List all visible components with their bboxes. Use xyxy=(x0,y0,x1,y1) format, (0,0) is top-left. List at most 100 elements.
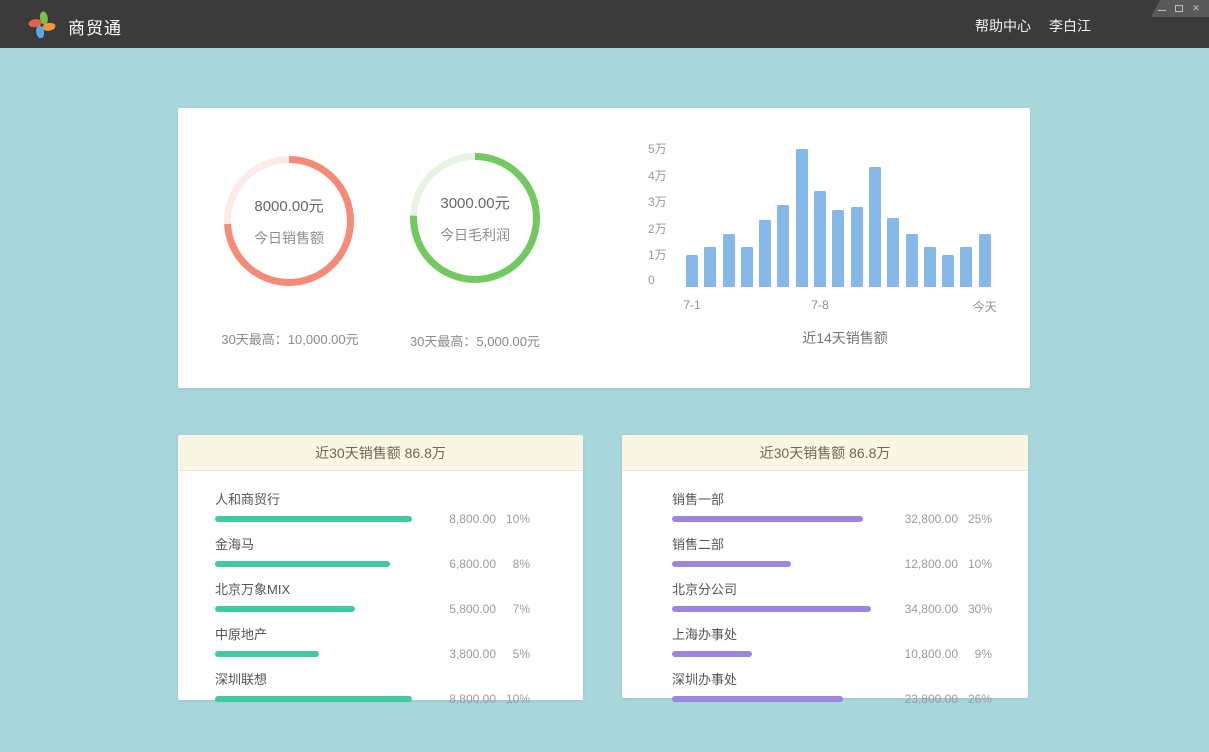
rank-row-value: 32,800.00 xyxy=(871,512,958,526)
bar-chart-title: 近14天销售额 xyxy=(802,328,888,348)
chart-bar xyxy=(979,234,991,287)
rank-row-value: 5,800.00 xyxy=(412,602,496,616)
bar-chart-bars xyxy=(686,147,992,287)
x-tick: 今天 xyxy=(973,298,997,315)
chart-bar xyxy=(741,247,753,287)
rank-row-percent: 5% xyxy=(496,647,530,661)
today-profit-label: 今日毛利润 xyxy=(440,225,510,245)
chart-bar xyxy=(906,234,918,287)
rank-row-value: 6,800.00 xyxy=(412,557,496,571)
rank-bar xyxy=(215,561,390,567)
close-button[interactable]: ✕ xyxy=(1191,3,1201,15)
rank-bar xyxy=(215,516,412,522)
rank-row-percent: 8% xyxy=(496,557,530,571)
rank-bar xyxy=(215,696,412,702)
rank-row-name: 深圳办事处 xyxy=(672,669,992,688)
y-tick: 1万 xyxy=(648,246,667,263)
y-tick: 2万 xyxy=(648,220,667,237)
nav-username[interactable]: 李白江 xyxy=(1049,16,1091,36)
rank-row-name: 金海马 xyxy=(215,534,530,553)
rank-row-percent: 25% xyxy=(958,512,992,526)
window-controls: ✕ xyxy=(1151,0,1209,17)
rank-bar xyxy=(672,651,752,657)
chart-bar xyxy=(887,218,899,287)
rank-row: 深圳办事处 23,800.0026% xyxy=(672,669,992,706)
overview-card: 8000.00元 今日销售额 30天最高：10,000.00元 3000.00元… xyxy=(178,108,1030,388)
rank-row-value: 10,800.00 xyxy=(871,647,958,661)
rank-bar xyxy=(672,696,843,702)
rank-row-value: 34,800.00 xyxy=(871,602,958,616)
minimize-button[interactable] xyxy=(1157,3,1167,15)
rank-row-name: 中原地产 xyxy=(215,624,530,643)
rank-row-value: 3,800.00 xyxy=(412,647,496,661)
rank-row: 销售二部 12,800.0010% xyxy=(672,534,992,571)
y-tick: 3万 xyxy=(648,193,667,210)
today-sales-max-30d: 30天最高：10,000.00元 xyxy=(190,329,390,348)
rank-row-percent: 9% xyxy=(958,647,992,661)
rank-row: 北京万象MIX 5,800.007% xyxy=(215,579,530,616)
chart-bar xyxy=(960,247,972,287)
rank-row-name: 上海办事处 xyxy=(672,624,992,643)
today-sales-ring: 8000.00元 今日销售额 xyxy=(224,156,354,286)
rank-row: 销售一部 32,800.0025% xyxy=(672,489,992,526)
rank-row-percent: 7% xyxy=(496,602,530,616)
rank-row: 金海马 6,800.008% xyxy=(215,534,530,571)
rank-bar xyxy=(672,561,791,567)
rank-row-value: 8,800.00 xyxy=(412,692,496,706)
rank-row-percent: 10% xyxy=(496,692,530,706)
nav-help-center[interactable]: 帮助中心 xyxy=(975,16,1031,36)
rank-row: 人和商贸行 8,800.0010% xyxy=(215,489,530,526)
app-title: 商贸通 xyxy=(68,14,122,39)
maximize-icon xyxy=(1175,5,1183,12)
chart-bar xyxy=(942,255,954,287)
today-profit-max-30d: 30天最高：5,000.00元 xyxy=(375,331,575,350)
pinwheel-logo-icon xyxy=(28,10,56,38)
chart-bar xyxy=(777,205,789,287)
rank-row-percent: 26% xyxy=(958,692,992,706)
minimize-icon xyxy=(1158,10,1166,11)
rank-bar xyxy=(215,606,355,612)
chart-bar xyxy=(704,247,716,287)
rank-row-name: 人和商贸行 xyxy=(215,489,530,508)
chart-bar xyxy=(723,234,735,287)
rank-row-name: 销售一部 xyxy=(672,489,992,508)
rank-bar xyxy=(215,651,319,657)
rank-row-percent: 30% xyxy=(958,602,992,616)
x-tick: 7-1 xyxy=(683,298,700,312)
y-tick: 5万 xyxy=(648,140,667,157)
rank-row: 北京分公司 34,800.0030% xyxy=(672,579,992,616)
y-tick: 4万 xyxy=(648,167,667,184)
rank-bar xyxy=(672,516,863,522)
top-nav: 帮助中心 李白江 xyxy=(975,16,1091,36)
rank-row-value: 23,800.00 xyxy=(871,692,958,706)
close-icon: ✕ xyxy=(1192,4,1200,13)
today-profit-ring: 3000.00元 今日毛利润 xyxy=(410,153,540,283)
rank-row-name: 北京万象MIX xyxy=(215,579,530,598)
rank-row-percent: 10% xyxy=(496,512,530,526)
chart-bar xyxy=(832,210,844,287)
customer-rank-card: 近30天销售额 86.8万 人和商贸行8,800.0010%金海马6,800.0… xyxy=(178,435,583,700)
department-rank-title: 近30天销售额 86.8万 xyxy=(622,435,1028,471)
y-tick: 0 xyxy=(648,273,655,287)
rank-row-name: 北京分公司 xyxy=(672,579,992,598)
chart-bar xyxy=(759,220,771,287)
chart-bar xyxy=(851,207,863,287)
maximize-button[interactable] xyxy=(1174,3,1184,15)
today-sales-label: 今日销售额 xyxy=(254,228,324,248)
today-sales-value: 8000.00元 xyxy=(254,195,323,216)
rank-row: 上海办事处 10,800.009% xyxy=(672,624,992,661)
rank-row: 中原地产 3,800.005% xyxy=(215,624,530,661)
department-rank-list: 销售一部 32,800.0025% 销售二部 12,800.0010% 北京分公司 34,… xyxy=(622,471,1028,706)
chart-bar xyxy=(924,247,936,287)
today-profit-value: 3000.00元 xyxy=(440,192,509,213)
rank-row-value: 8,800.00 xyxy=(412,512,496,526)
rank-row-name: 销售二部 xyxy=(672,534,992,553)
rank-row-percent: 10% xyxy=(958,557,992,571)
chart-bar xyxy=(814,191,826,287)
rank-row: 深圳联想8,800.0010% xyxy=(215,669,530,706)
rank-row-value: 12,800.00 xyxy=(871,557,958,571)
rank-bar xyxy=(672,606,871,612)
chart-bar xyxy=(796,149,808,287)
chart-bar xyxy=(686,255,698,287)
department-rank-card: 近30天销售额 86.8万 销售一部 32,800.0025% 销售二部 12,800… xyxy=(622,435,1028,698)
